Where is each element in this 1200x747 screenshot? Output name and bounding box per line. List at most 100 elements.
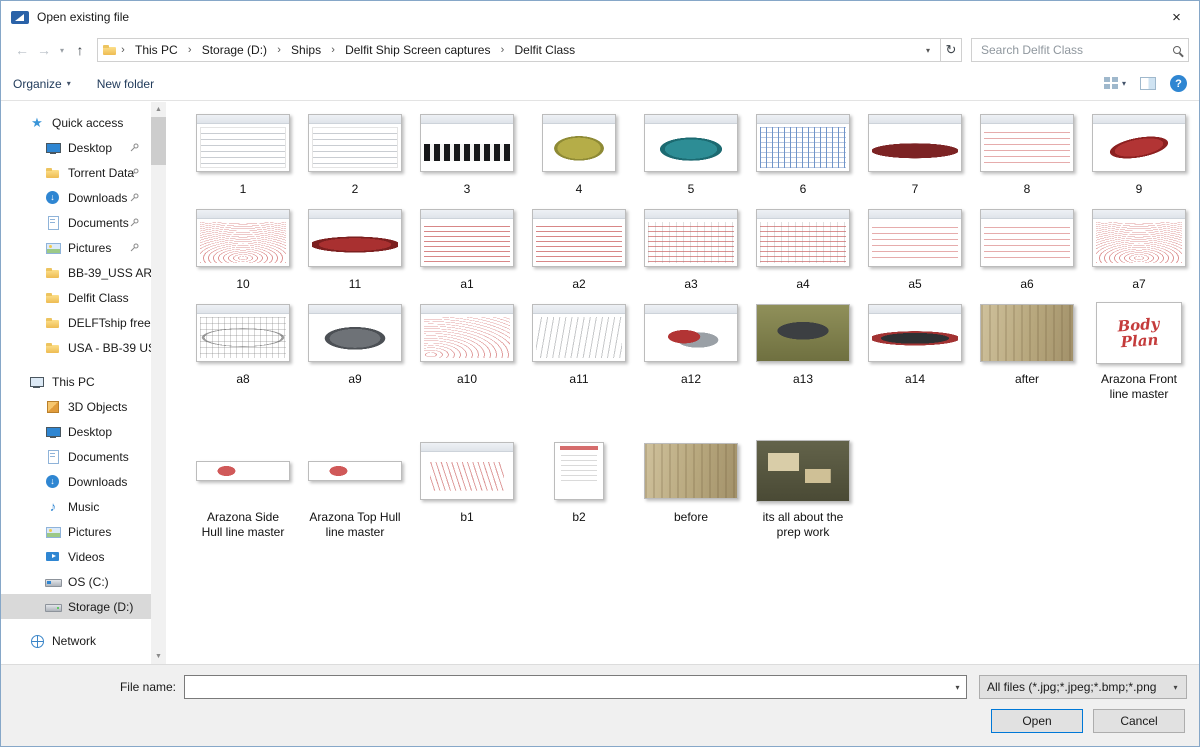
file-item[interactable]: a9 bbox=[299, 300, 411, 402]
file-item[interactable]: 11 bbox=[299, 205, 411, 292]
sidebar-item[interactable]: OS (C:) bbox=[1, 569, 151, 594]
file-thumbnail[interactable] bbox=[196, 114, 290, 172]
file-thumbnail[interactable] bbox=[1092, 114, 1186, 172]
file-thumbnail[interactable] bbox=[420, 209, 514, 267]
breadcrumb-item[interactable]: Ships bbox=[284, 39, 328, 61]
file-item[interactable]: its all about the prep work bbox=[747, 438, 859, 540]
organize-menu[interactable]: Organize ▾ bbox=[13, 77, 71, 91]
file-item[interactable]: after bbox=[971, 300, 1083, 402]
breadcrumb-item[interactable]: Storage (D:) bbox=[195, 39, 274, 61]
open-button[interactable]: Open bbox=[991, 709, 1083, 733]
file-thumbnail[interactable] bbox=[1092, 209, 1186, 267]
scrollbar-thumb[interactable] bbox=[151, 117, 166, 165]
preview-pane-button[interactable] bbox=[1140, 77, 1156, 90]
address-dropdown-icon[interactable]: ▾ bbox=[920, 46, 936, 55]
file-type-select[interactable]: All files (*.jpg;*.jpeg;*.bmp;*.png ▾ bbox=[979, 675, 1187, 699]
file-item[interactable]: a4 bbox=[747, 205, 859, 292]
file-thumbnail[interactable] bbox=[868, 114, 962, 172]
file-thumbnail[interactable] bbox=[196, 304, 290, 362]
file-item[interactable]: a3 bbox=[635, 205, 747, 292]
sidebar-item[interactable]: Torrent Data bbox=[1, 160, 151, 185]
file-item[interactable]: a12 bbox=[635, 300, 747, 402]
sidebar-item[interactable]: Desktop bbox=[1, 419, 151, 444]
file-item[interactable]: Arazona Top Hull line master bbox=[299, 438, 411, 540]
file-thumbnail[interactable] bbox=[308, 304, 402, 362]
change-view-button[interactable]: ▾ bbox=[1104, 77, 1126, 90]
file-thumbnail[interactable] bbox=[644, 443, 738, 499]
sidebar-item[interactable]: Delfit Class bbox=[1, 285, 151, 310]
sidebar-item[interactable]: Desktop bbox=[1, 135, 151, 160]
file-thumbnail[interactable]: Body Plan bbox=[1096, 302, 1182, 364]
breadcrumb-item[interactable]: Delfit Class bbox=[507, 39, 582, 61]
file-thumbnail[interactable] bbox=[196, 461, 290, 481]
file-item[interactable]: a2 bbox=[523, 205, 635, 292]
file-item[interactable]: a5 bbox=[859, 205, 971, 292]
file-thumbnail[interactable] bbox=[308, 114, 402, 172]
file-thumbnail[interactable] bbox=[420, 442, 514, 500]
file-item[interactable]: a13 bbox=[747, 300, 859, 402]
breadcrumb-item[interactable]: This PC bbox=[128, 39, 185, 61]
sidebar-item[interactable]: Pictures bbox=[1, 519, 151, 544]
file-item[interactable]: a10 bbox=[411, 300, 523, 402]
sidebar-item[interactable]: ↓Downloads bbox=[1, 469, 151, 494]
file-thumbnail[interactable] bbox=[756, 304, 850, 362]
help-button[interactable]: ? bbox=[1170, 75, 1187, 92]
file-item[interactable]: a14 bbox=[859, 300, 971, 402]
file-thumbnail[interactable] bbox=[644, 304, 738, 362]
file-item[interactable]: a1 bbox=[411, 205, 523, 292]
file-item[interactable]: a8 bbox=[187, 300, 299, 402]
sidebar-item[interactable]: Documents bbox=[1, 444, 151, 469]
file-item[interactable]: 8 bbox=[971, 110, 1083, 197]
file-thumbnail[interactable] bbox=[980, 209, 1074, 267]
breadcrumb-item[interactable]: Delfit Ship Screen captures bbox=[338, 39, 497, 61]
file-thumbnail[interactable] bbox=[308, 209, 402, 267]
cancel-button[interactable]: Cancel bbox=[1093, 709, 1185, 733]
file-thumbnail[interactable] bbox=[644, 114, 738, 172]
file-item[interactable]: 10 bbox=[187, 205, 299, 292]
forward-button[interactable]: → bbox=[33, 38, 55, 62]
sidebar-section[interactable]: ★Quick access bbox=[1, 110, 151, 135]
file-thumbnail[interactable] bbox=[554, 442, 604, 500]
file-item[interactable]: 3 bbox=[411, 110, 523, 197]
file-thumbnail[interactable] bbox=[980, 114, 1074, 172]
file-item[interactable]: b1 bbox=[411, 438, 523, 540]
sidebar-section[interactable]: Network bbox=[1, 628, 151, 653]
sidebar-item[interactable]: 3D Objects bbox=[1, 394, 151, 419]
file-item[interactable]: 9 bbox=[1083, 110, 1195, 197]
sidebar-item[interactable]: ♪Music bbox=[1, 494, 151, 519]
file-thumbnail[interactable] bbox=[532, 209, 626, 267]
file-item[interactable]: Body PlanArazona Front line master bbox=[1083, 300, 1195, 402]
sidebar-item[interactable]: USA - BB-39 USS bbox=[1, 335, 151, 360]
address-bar[interactable]: ›This PC›Storage (D:)›Ships›Delfit Ship … bbox=[97, 38, 941, 62]
file-item[interactable]: 6 bbox=[747, 110, 859, 197]
sidebar-item[interactable]: BB-39_USS ARIZ bbox=[1, 260, 151, 285]
file-item[interactable]: 2 bbox=[299, 110, 411, 197]
file-name-input[interactable] bbox=[185, 680, 949, 694]
close-button[interactable]: × bbox=[1154, 1, 1199, 33]
up-button[interactable]: ↑ bbox=[69, 38, 91, 62]
refresh-button[interactable]: ↻ bbox=[940, 38, 962, 62]
file-thumbnail[interactable] bbox=[308, 461, 402, 481]
file-item[interactable]: b2 bbox=[523, 438, 635, 540]
file-thumbnail[interactable] bbox=[542, 114, 616, 172]
file-item[interactable]: a11 bbox=[523, 300, 635, 402]
file-thumbnail[interactable] bbox=[756, 440, 850, 502]
scroll-up-icon[interactable]: ▲ bbox=[151, 102, 166, 117]
file-item[interactable]: before bbox=[635, 438, 747, 540]
file-thumbnail[interactable] bbox=[756, 209, 850, 267]
sidebar-item[interactable]: DELFTship free v bbox=[1, 310, 151, 335]
file-thumbnail[interactable] bbox=[196, 209, 290, 267]
file-thumbnail[interactable] bbox=[420, 114, 514, 172]
file-thumbnail[interactable] bbox=[532, 304, 626, 362]
sidebar-item[interactable]: ↓Downloads bbox=[1, 185, 151, 210]
file-thumbnail[interactable] bbox=[420, 304, 514, 362]
file-thumbnail[interactable] bbox=[644, 209, 738, 267]
file-thumbnail[interactable] bbox=[756, 114, 850, 172]
file-item[interactable]: Arazona Side Hull line master bbox=[187, 438, 299, 540]
file-item[interactable]: 7 bbox=[859, 110, 971, 197]
sidebar-section[interactable]: This PC bbox=[1, 369, 151, 394]
file-item[interactable]: a7 bbox=[1083, 205, 1195, 292]
chevron-down-icon[interactable]: ▾ bbox=[949, 683, 966, 692]
new-folder-button[interactable]: New folder bbox=[97, 77, 154, 91]
file-item[interactable]: 4 bbox=[523, 110, 635, 197]
